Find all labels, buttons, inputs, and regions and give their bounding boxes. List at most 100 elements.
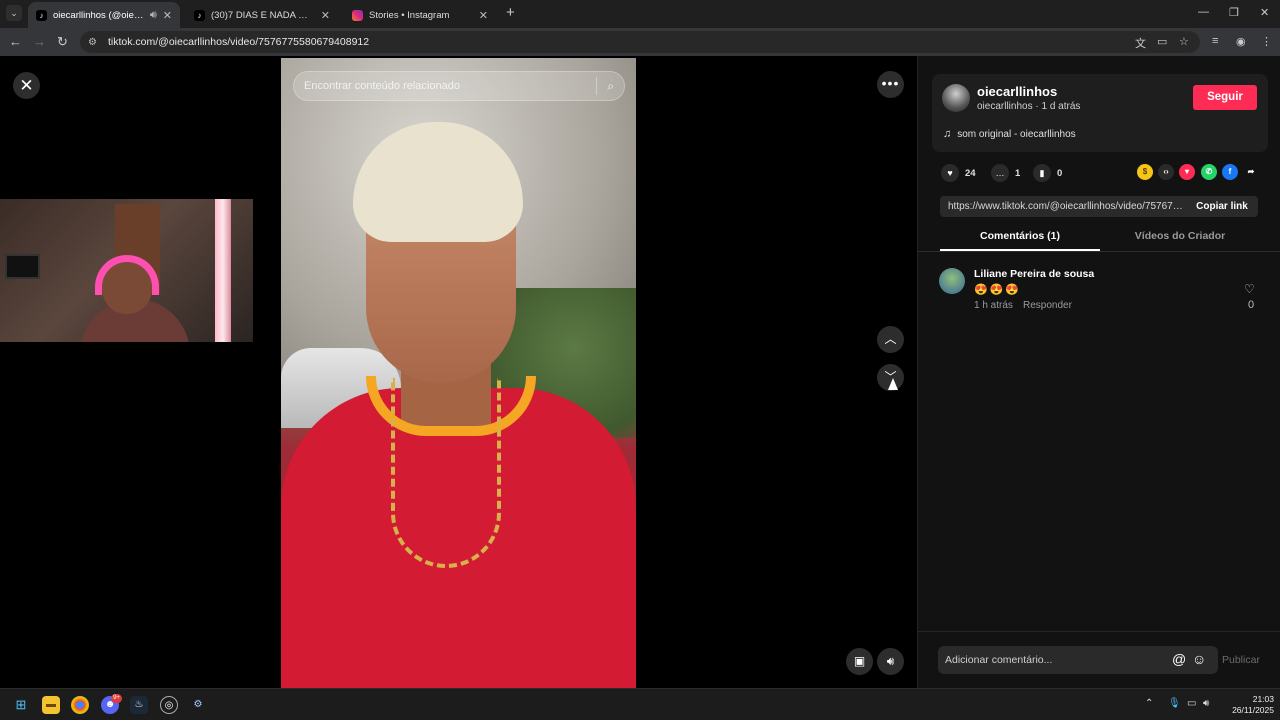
comment-input[interactable]: Adicionar comentário... @ ☺ bbox=[938, 646, 1218, 674]
network-icon[interactable]: ▭ bbox=[1187, 698, 1196, 709]
comment-like-count: 0 bbox=[1248, 299, 1255, 311]
tab-creator-videos[interactable]: Vídeos do Criador bbox=[1100, 230, 1260, 242]
comment-icon: … bbox=[991, 164, 1009, 182]
share-link-box: https://www.tiktok.com/@oiecarllinhos/vi… bbox=[940, 196, 1258, 217]
divider bbox=[918, 631, 1280, 632]
active-tab-indicator bbox=[940, 249, 1100, 251]
music-link[interactable]: ♫ som original - oiecarllinhos bbox=[943, 128, 1076, 140]
restore-icon[interactable]: ❐ bbox=[1229, 6, 1239, 19]
windows-start-icon[interactable]: ⊞ bbox=[12, 696, 30, 714]
close-tab-icon[interactable]: ✕ bbox=[163, 9, 172, 22]
comment-action[interactable]: … 1 bbox=[991, 164, 1020, 182]
tab-title: (30)7 DIAS E NADA MAIS! #gar bbox=[211, 9, 315, 21]
creator-subline: oiecarllinhos · 1 d atrás bbox=[977, 101, 1081, 112]
like-count: 24 bbox=[965, 167, 976, 179]
file-explorer-icon[interactable]: ▬ bbox=[42, 696, 60, 714]
volume-button[interactable]: 🔊︎ bbox=[877, 648, 904, 675]
related-search-input[interactable]: Encontrar conteúdo relacionado ⌕ bbox=[293, 71, 625, 101]
creator-name[interactable]: oiecarllinhos bbox=[977, 84, 1057, 99]
related-search-placeholder: Encontrar conteúdo relacionado bbox=[304, 80, 460, 92]
tiktok-page: ✕ Encontrar conteúdo relacionado ⌕ ••• ︿… bbox=[0, 56, 1280, 688]
publish-button[interactable]: Publicar bbox=[1222, 654, 1260, 666]
tab-instagram[interactable]: Stories • Instagram ✕ bbox=[344, 2, 496, 28]
mention-icon[interactable]: @ bbox=[1172, 651, 1186, 667]
share-link-url[interactable]: https://www.tiktok.com/@oiecarllinhos/vi… bbox=[940, 201, 1186, 212]
comment-text: 😍😍😍 bbox=[974, 284, 1022, 296]
tab-search-icon[interactable]: ⌄ bbox=[6, 5, 22, 21]
follow-button[interactable]: Seguir bbox=[1193, 85, 1257, 110]
reload-icon[interactable]: ↻ bbox=[57, 34, 68, 50]
close-window-icon[interactable]: ✕ bbox=[1260, 6, 1269, 19]
emoji-icon[interactable]: ☺ bbox=[1192, 651, 1206, 667]
close-tab-icon[interactable]: ✕ bbox=[479, 9, 488, 22]
system-clock[interactable]: 21:03 26/11/2025 bbox=[1224, 694, 1274, 716]
like-action[interactable]: ♥ 24 bbox=[941, 164, 976, 182]
volume-tray-icon[interactable]: 🔊︎ bbox=[1203, 698, 1209, 709]
avatar[interactable] bbox=[939, 268, 965, 294]
comment-count: 1 bbox=[1015, 167, 1021, 179]
tab-title: oiecarllinhos (@oiecarllinh bbox=[53, 9, 144, 21]
media-controls-icon[interactable]: ≡ bbox=[1212, 35, 1218, 47]
profile-icon[interactable]: ◉ bbox=[1236, 35, 1246, 48]
browser-tab-bar: ⌄ ♪ oiecarllinhos (@oiecarllinh 🔊︎ ✕ ♪ (… bbox=[0, 0, 1280, 28]
tiktok-favicon-icon: ♪ bbox=[36, 9, 47, 21]
save-action[interactable]: ▮ 0 bbox=[1033, 164, 1062, 182]
new-tab-icon[interactable]: + bbox=[506, 5, 515, 21]
action-bar: ♥ 24 … 1 ▮ 0 $ ‹› ▾ ✆ f ➦ bbox=[941, 164, 1271, 184]
comment-time: 1 h atrás bbox=[974, 300, 1013, 311]
menu-icon[interactable]: ⋮ bbox=[1261, 35, 1272, 48]
address-bar[interactable]: ⚙ tiktok.com/@oiecarllinhos/video/757677… bbox=[80, 31, 1200, 53]
copy-link-button[interactable]: Copiar link bbox=[1186, 201, 1258, 212]
tab-tiktok-profile[interactable]: ♪ oiecarllinhos (@oiecarllinh 🔊︎ ✕ bbox=[28, 2, 180, 28]
bookmark-star-icon[interactable]: ☆ bbox=[1179, 35, 1189, 48]
search-icon[interactable]: ⌕ bbox=[607, 79, 614, 94]
back-icon[interactable]: ← bbox=[9, 34, 22, 50]
obs-icon[interactable]: ◎ bbox=[160, 696, 178, 714]
reply-button[interactable]: Responder bbox=[1023, 300, 1072, 311]
panel-tabs: Comentários (1) Vídeos do Criador bbox=[918, 226, 1280, 252]
browser-toolbar: ← → ↻ ⚙ tiktok.com/@oiecarllinhos/video/… bbox=[0, 28, 1280, 56]
clock-time: 21:03 bbox=[1252, 694, 1274, 704]
music-note-icon: ♫ bbox=[943, 128, 952, 140]
avatar[interactable] bbox=[942, 84, 970, 112]
video-frame[interactable] bbox=[281, 58, 636, 688]
clock-date: 26/11/2025 bbox=[1232, 705, 1274, 715]
steam-icon[interactable]: ♨ bbox=[130, 696, 148, 714]
picture-in-picture-button[interactable]: ▣ bbox=[846, 648, 873, 675]
save-count: 0 bbox=[1057, 167, 1063, 179]
site-settings-icon[interactable]: ⚙ bbox=[88, 37, 100, 48]
facebook-icon[interactable]: f bbox=[1222, 164, 1238, 180]
discord-badge: 9+ bbox=[111, 694, 122, 703]
more-options-button[interactable]: ••• bbox=[877, 71, 904, 98]
comment-author[interactable]: Liliane Pereira de sousa bbox=[974, 268, 1094, 280]
heart-icon: ♥ bbox=[941, 164, 959, 182]
previous-video-button[interactable]: ︿ bbox=[877, 326, 904, 353]
tab-comments[interactable]: Comentários (1) bbox=[940, 230, 1100, 242]
translate-icon[interactable]: 文 bbox=[1135, 35, 1146, 51]
comment-input-placeholder: Adicionar comentário... bbox=[945, 654, 1053, 666]
webcam-overlay bbox=[0, 199, 253, 342]
whatsapp-icon[interactable]: ✆ bbox=[1201, 164, 1217, 180]
forward-icon[interactable]: → bbox=[33, 34, 46, 50]
chrome-icon[interactable] bbox=[71, 696, 89, 714]
coin-icon[interactable]: $ bbox=[1137, 164, 1153, 180]
tab-tiktok-video[interactable]: ♪ (30)7 DIAS E NADA MAIS! #gar ✕ bbox=[186, 2, 338, 28]
embed-icon[interactable]: ‹› bbox=[1158, 164, 1174, 180]
share-arrow-icon[interactable]: ➦ bbox=[1243, 164, 1259, 180]
chevron-up-icon[interactable]: ⌃ bbox=[1145, 698, 1153, 709]
mouse-cursor bbox=[888, 378, 898, 390]
comment-like-icon[interactable]: ♡ bbox=[1244, 282, 1255, 296]
windows-taskbar: ⊞ ▬ ☻ 9+ ♨ ◎ ⚙ ⌃ 🎙︎ ▭ 🔊︎ 21:03 26/11/202… bbox=[0, 688, 1280, 720]
music-title: som original - oiecarllinhos bbox=[957, 128, 1076, 140]
cast-icon[interactable]: ▭ bbox=[1157, 35, 1167, 48]
list-item: Liliane Pereira de sousa 😍😍😍 1 h atrás R… bbox=[939, 266, 1271, 316]
microphone-icon[interactable]: 🎙︎ bbox=[1168, 698, 1181, 709]
close-tab-icon[interactable]: ✕ bbox=[321, 9, 330, 22]
close-player-button[interactable]: ✕ bbox=[13, 72, 40, 99]
video-player-area: ✕ Encontrar conteúdo relacionado ⌕ ••• ︿… bbox=[0, 56, 917, 688]
settings-gear-icon[interactable]: ⚙ bbox=[189, 696, 207, 714]
tiktok-favicon-icon: ♪ bbox=[194, 9, 205, 21]
send-icon[interactable]: ▾ bbox=[1179, 164, 1195, 180]
minimize-icon[interactable]: — bbox=[1198, 6, 1209, 18]
screen: ⌄ ♪ oiecarllinhos (@oiecarllinh 🔊︎ ✕ ♪ (… bbox=[0, 0, 1280, 720]
